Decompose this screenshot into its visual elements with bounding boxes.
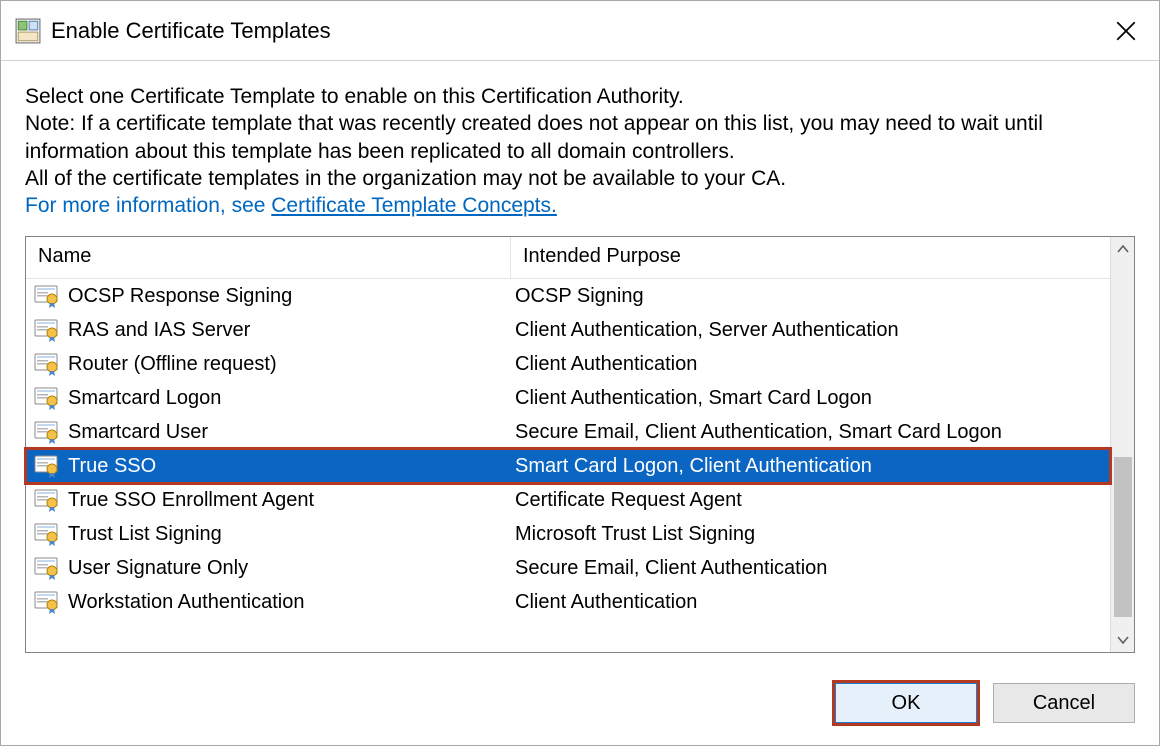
cell-name: Workstation Authentication xyxy=(26,590,511,614)
template-name: RAS and IAS Server xyxy=(68,319,250,342)
template-name: Trust List Signing xyxy=(68,523,222,546)
scrollbar[interactable] xyxy=(1110,237,1134,652)
scroll-thumb[interactable] xyxy=(1114,457,1132,617)
table-row[interactable]: True SSO Enrollment Agent Certificate Req… xyxy=(26,483,1110,517)
close-button[interactable] xyxy=(1101,6,1151,56)
template-purpose: Secure Email, Client Authentication, Sma… xyxy=(511,421,1110,444)
cell-name: RAS and IAS Server xyxy=(26,318,511,342)
instruction-line1: Select one Certificate Template to enabl… xyxy=(25,83,1135,110)
template-name: Smartcard User xyxy=(68,421,208,444)
instruction-line3: All of the certificate templates in the … xyxy=(25,165,1135,192)
certificate-template-icon xyxy=(34,522,58,546)
instruction-text: Select one Certificate Template to enabl… xyxy=(25,83,1135,192)
table-row[interactable]: RAS and IAS Server Client Authentication,… xyxy=(26,313,1110,347)
table-row[interactable]: User Signature Only Secure Email, Client … xyxy=(26,551,1110,585)
template-name: True SSO Enrollment Agent xyxy=(68,489,314,512)
template-purpose: Client Authentication, Server Authentica… xyxy=(511,319,1110,342)
more-info-link[interactable]: Certificate Template Concepts. xyxy=(271,194,557,217)
cell-name: True SSO Enrollment Agent xyxy=(26,488,511,512)
cell-name: User Signature Only xyxy=(26,556,511,580)
cancel-button[interactable]: Cancel xyxy=(993,683,1135,723)
template-purpose: Microsoft Trust List Signing xyxy=(511,523,1110,546)
template-purpose: Client Authentication, Smart Card Logon xyxy=(511,387,1110,410)
template-list: Name Intended Purpose OCSP Response Sign… xyxy=(25,236,1135,653)
column-name[interactable]: Name xyxy=(26,237,511,278)
cell-name: Smartcard User xyxy=(26,420,511,444)
titlebar: Enable Certificate Templates xyxy=(1,1,1159,61)
table-row[interactable]: True SSO Smart Card Logon, Client Authent… xyxy=(26,449,1110,483)
table-row[interactable]: Workstation Authentication Client Authent… xyxy=(26,585,1110,619)
instruction-line2: Note: If a certificate template that was… xyxy=(25,110,1135,165)
table-row[interactable]: Trust List Signing Microsoft Trust List S… xyxy=(26,517,1110,551)
table-row[interactable]: OCSP Response Signing OCSP Signing xyxy=(26,279,1110,313)
cell-name: True SSO xyxy=(26,454,511,478)
certificate-template-icon xyxy=(34,590,58,614)
template-purpose: Certificate Request Agent xyxy=(511,489,1110,512)
certificate-template-icon xyxy=(34,318,58,342)
cell-name: OCSP Response Signing xyxy=(26,284,511,308)
scroll-up-button[interactable] xyxy=(1111,237,1135,261)
button-row: OK Cancel xyxy=(1,663,1159,745)
template-purpose: OCSP Signing xyxy=(511,285,1110,308)
dialog-title: Enable Certificate Templates xyxy=(51,18,1101,44)
template-purpose: Secure Email, Client Authentication xyxy=(511,557,1110,580)
cell-name: Smartcard Logon xyxy=(26,386,511,410)
table-row[interactable]: Smartcard Logon Client Authentication, Sm… xyxy=(26,381,1110,415)
cell-name: Router (Offline request) xyxy=(26,352,511,376)
app-icon xyxy=(15,18,41,44)
certificate-template-icon xyxy=(34,284,58,308)
certificate-template-icon xyxy=(34,420,58,444)
more-info-text: For more information, see Certificate Te… xyxy=(25,194,1135,218)
column-purpose[interactable]: Intended Purpose xyxy=(511,237,1110,278)
certificate-template-icon xyxy=(34,488,58,512)
dialog-body: Select one Certificate Template to enabl… xyxy=(1,61,1159,663)
template-purpose: Client Authentication xyxy=(511,591,1110,614)
scroll-down-button[interactable] xyxy=(1111,628,1135,652)
template-name: Router (Offline request) xyxy=(68,353,277,376)
template-name: OCSP Response Signing xyxy=(68,285,292,308)
certificate-template-icon xyxy=(34,386,58,410)
list-header: Name Intended Purpose xyxy=(26,237,1110,279)
template-name: True SSO xyxy=(68,455,156,478)
certificate-template-icon xyxy=(34,454,58,478)
certificate-template-icon xyxy=(34,352,58,376)
list-rows-container: OCSP Response Signing OCSP Signing RAS an… xyxy=(26,279,1110,619)
ok-button[interactable]: OK xyxy=(835,683,977,723)
template-name: Workstation Authentication xyxy=(68,591,304,614)
certificate-template-icon xyxy=(34,556,58,580)
table-row[interactable]: Router (Offline request) Client Authentic… xyxy=(26,347,1110,381)
table-row[interactable]: Smartcard User Secure Email, Client Authe… xyxy=(26,415,1110,449)
template-purpose: Smart Card Logon, Client Authentication xyxy=(511,455,1110,478)
cell-name: Trust List Signing xyxy=(26,522,511,546)
dialog-window: Enable Certificate Templates Select one … xyxy=(0,0,1160,746)
template-purpose: Client Authentication xyxy=(511,353,1110,376)
template-name: Smartcard Logon xyxy=(68,387,221,410)
template-name: User Signature Only xyxy=(68,557,248,580)
